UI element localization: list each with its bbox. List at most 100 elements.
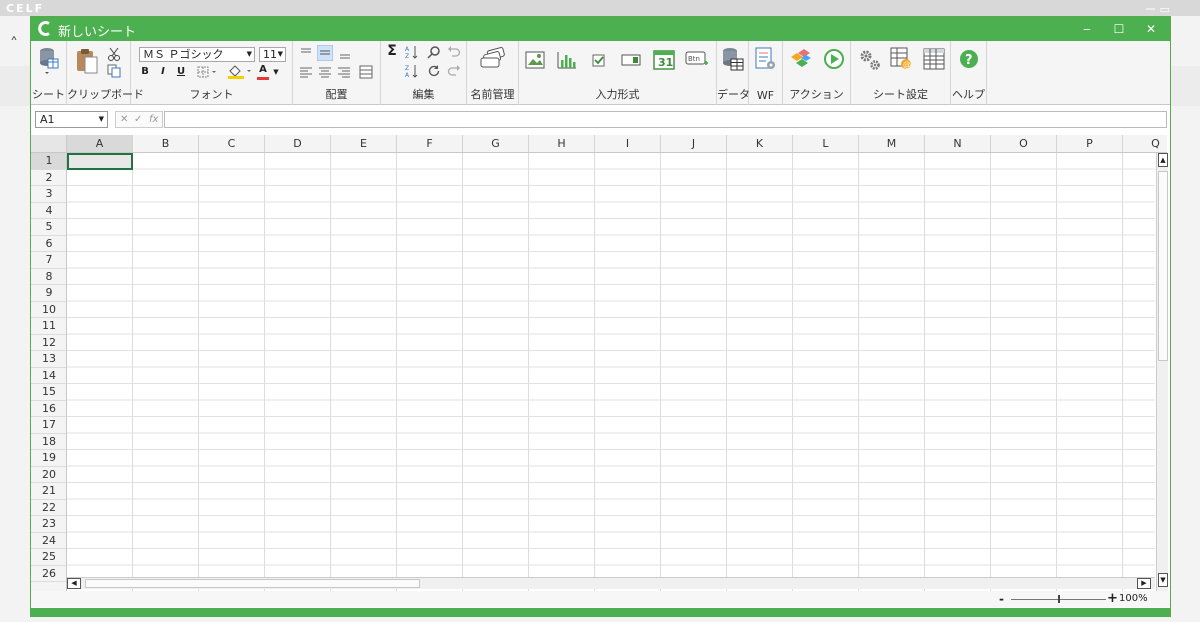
column-header[interactable]: H	[529, 135, 595, 152]
align-middle-icon[interactable]	[317, 45, 333, 61]
align-bottom-icon[interactable]	[338, 46, 352, 60]
row-header[interactable]: 18	[31, 434, 66, 450]
row-header[interactable]: 20	[31, 467, 66, 483]
active-cell[interactable]	[67, 153, 133, 170]
action-blocks-icon[interactable]	[789, 48, 813, 70]
row-header[interactable]: 22	[31, 500, 66, 516]
sheet-grid-icon[interactable]	[922, 47, 946, 71]
row-header[interactable]: 19	[31, 450, 66, 467]
sheet-protect-icon[interactable]: @	[890, 47, 914, 71]
column-header[interactable]: J	[661, 135, 727, 152]
run-icon[interactable]	[823, 48, 845, 70]
row-header[interactable]: 5	[31, 219, 66, 236]
data-source-icon[interactable]	[722, 47, 744, 71]
undo-icon[interactable]	[447, 45, 461, 59]
minimize-button[interactable]: ‒	[1073, 19, 1101, 39]
sort-descending-icon[interactable]: ZA	[405, 64, 419, 78]
sum-icon[interactable]: Σ	[385, 44, 399, 58]
bold-button[interactable]: B	[139, 65, 151, 79]
fill-color-icon[interactable]	[227, 64, 253, 79]
row-header[interactable]: 17	[31, 417, 66, 434]
scroll-left-button[interactable]: ◀	[67, 578, 81, 589]
find-icon[interactable]	[427, 45, 441, 59]
cancel-formula-button[interactable]: ✕	[120, 112, 128, 127]
chevron-down-icon[interactable]: ▼	[272, 65, 280, 79]
row-header[interactable]: 9	[31, 285, 66, 302]
paste-icon[interactable]	[75, 47, 99, 75]
row-header[interactable]: 2	[31, 170, 66, 186]
zoom-out-button[interactable]: -	[999, 592, 1004, 606]
column-header[interactable]: A	[67, 135, 133, 152]
row-header[interactable]: 12	[31, 335, 66, 351]
column-header[interactable]: N	[925, 135, 991, 152]
select-all-corner[interactable]	[31, 135, 67, 153]
image-icon[interactable]	[525, 51, 545, 69]
sheet-database-icon[interactable]	[38, 47, 60, 75]
row-header[interactable]: 7	[31, 252, 66, 269]
italic-button[interactable]: I	[157, 65, 169, 79]
column-header[interactable]: P	[1057, 135, 1123, 152]
scroll-down-button[interactable]: ▼	[1158, 573, 1168, 587]
help-icon[interactable]: ?	[959, 49, 979, 69]
row-header[interactable]: 3	[31, 186, 66, 203]
row-header[interactable]: 21	[31, 483, 66, 500]
combobox-icon[interactable]	[621, 53, 641, 67]
underline-button[interactable]: U	[175, 65, 187, 79]
sort-ascending-icon[interactable]: AZ	[405, 45, 419, 59]
merge-cells-icon[interactable]	[359, 65, 373, 79]
font-size-select[interactable]: 11 ▼	[259, 47, 286, 62]
column-header[interactable]: L	[793, 135, 859, 152]
font-name-select[interactable]: ＭＳ Ｐゴシック ▼	[139, 47, 255, 62]
row-header[interactable]: 11	[31, 318, 66, 335]
row-header[interactable]: 24	[31, 533, 66, 549]
cell-area[interactable]	[67, 153, 1155, 595]
close-button[interactable]: ✕	[1137, 19, 1165, 39]
row-header[interactable]: 15	[31, 384, 66, 401]
refresh-icon[interactable]	[427, 64, 441, 78]
workflow-icon[interactable]	[754, 47, 778, 71]
column-header[interactable]: G	[463, 135, 529, 152]
align-left-icon[interactable]	[299, 65, 313, 79]
zoom-in-button[interactable]: +	[1107, 591, 1118, 606]
row-header[interactable]: 6	[31, 236, 66, 252]
align-center-icon[interactable]	[318, 65, 332, 79]
row-header[interactable]: 8	[31, 269, 66, 285]
zoom-slider-thumb[interactable]	[1057, 595, 1060, 603]
chart-icon[interactable]	[557, 51, 577, 69]
vertical-scroll-thumb[interactable]	[1158, 171, 1168, 361]
row-header[interactable]: 10	[31, 302, 66, 318]
scroll-right-button[interactable]: ▶	[1137, 578, 1151, 589]
vertical-scrollbar[interactable]: ▲ ▼	[1156, 153, 1168, 595]
row-header[interactable]: 23	[31, 516, 66, 533]
horizontal-scrollbar[interactable]: ◀ ▶	[67, 577, 1155, 589]
column-header[interactable]: D	[265, 135, 331, 152]
scroll-up-button[interactable]: ▲	[1158, 153, 1168, 167]
name-manager-icon[interactable]	[479, 47, 507, 71]
column-header[interactable]: I	[595, 135, 661, 152]
column-header[interactable]: M	[859, 135, 925, 152]
window-titlebar[interactable]: 新しいシート ‒ ☐ ✕	[31, 17, 1170, 41]
row-header[interactable]: 4	[31, 203, 66, 219]
font-color-button[interactable]: A	[257, 63, 269, 80]
align-top-icon[interactable]	[299, 46, 313, 60]
button-control-icon[interactable]: Btn	[685, 51, 709, 69]
calendar-icon[interactable]: 31	[653, 48, 675, 70]
collapse-chevron-icon[interactable]: ˄	[10, 34, 18, 53]
insert-function-button[interactable]: fx	[149, 112, 158, 127]
column-header[interactable]: O	[991, 135, 1057, 152]
settings-gears-icon[interactable]	[858, 48, 882, 72]
row-header[interactable]: 1	[31, 153, 66, 170]
row-header[interactable]: 13	[31, 351, 66, 368]
column-header[interactable]: Q	[1123, 135, 1167, 152]
cut-icon[interactable]	[107, 47, 121, 61]
column-header[interactable]: K	[727, 135, 793, 152]
name-box[interactable]: A1 ▼	[35, 111, 108, 128]
column-header[interactable]: E	[331, 135, 397, 152]
row-header[interactable]: 14	[31, 368, 66, 384]
redo-icon[interactable]	[447, 64, 461, 78]
checkbox-icon[interactable]	[591, 52, 607, 68]
align-right-icon[interactable]	[337, 65, 351, 79]
maximize-button[interactable]: ☐	[1105, 19, 1133, 39]
column-header[interactable]: F	[397, 135, 463, 152]
column-header[interactable]: C	[199, 135, 265, 152]
